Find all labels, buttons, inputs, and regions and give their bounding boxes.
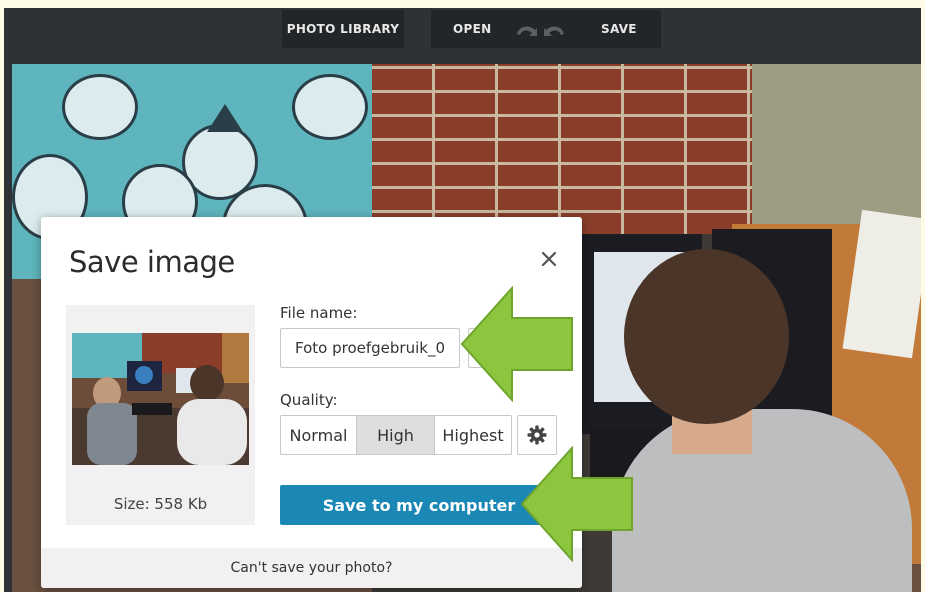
file-actions-group: OPEN SAVE: [431, 10, 661, 48]
file-name-label: File name:: [280, 304, 358, 322]
redo-icon[interactable]: [544, 10, 566, 48]
file-name-input[interactable]: [280, 328, 460, 368]
preview-panel: Size: 558 Kb: [66, 305, 255, 525]
cant-save-help-text: Can't save your photo?: [230, 560, 393, 576]
image-thumbnail: [72, 333, 249, 465]
dialog-title: Save image: [69, 245, 235, 279]
undo-icon[interactable]: [515, 10, 537, 48]
quality-selector: Normal High Highest: [280, 415, 512, 455]
photo-library-button[interactable]: PHOTO LIBRARY: [282, 10, 404, 48]
gear-icon: [527, 425, 547, 445]
dialog-footer: Can't save your photo?: [41, 548, 582, 588]
save-image-dialog: Save image Size: 558 Kb File name: Foto …: [41, 217, 582, 588]
arrow-left-icon: [520, 446, 633, 562]
top-toolbar: PHOTO LIBRARY OPEN SAVE: [4, 8, 921, 64]
quality-label: Quality:: [280, 391, 338, 409]
open-button[interactable]: OPEN: [453, 10, 491, 48]
close-icon[interactable]: [535, 245, 563, 273]
quality-option-normal[interactable]: Normal: [281, 416, 357, 454]
photo-library-label: PHOTO LIBRARY: [286, 22, 400, 36]
quality-option-high[interactable]: High: [357, 416, 435, 454]
file-size-text: Size: 558 Kb: [113, 495, 208, 513]
arrow-left-icon: [460, 286, 573, 402]
cant-save-help-link[interactable]: Can't save your photo?: [41, 548, 582, 588]
save-to-computer-button[interactable]: Save to my computer: [280, 485, 558, 525]
save-toolbar-button[interactable]: SAVE: [601, 10, 637, 48]
quality-option-highest[interactable]: Highest: [435, 416, 511, 454]
